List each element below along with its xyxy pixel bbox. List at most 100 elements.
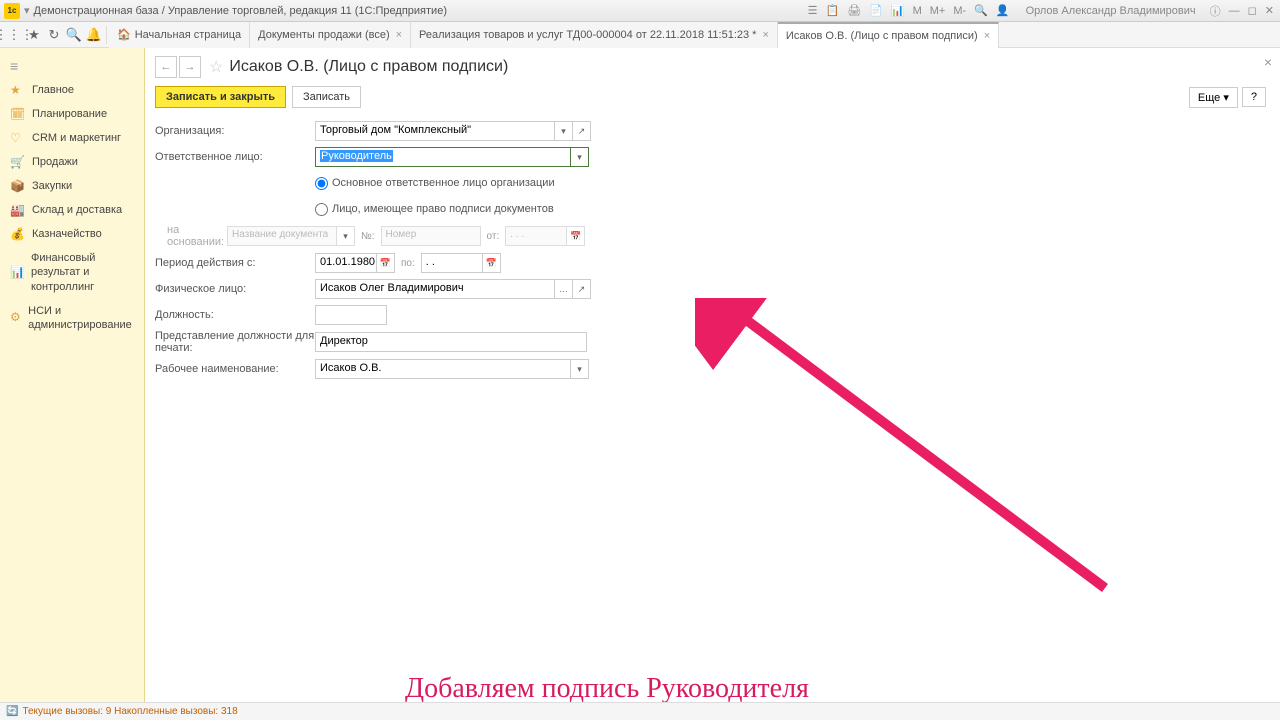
position-input[interactable] [315, 305, 387, 325]
radio-sign-right[interactable] [315, 203, 328, 216]
annotation-text: Добавляем подпись Руководителя [405, 673, 809, 705]
page-title: Исаков О.В. (Лицо с правом подписи) [229, 58, 508, 76]
bell-icon[interactable]: 🔔 [84, 25, 104, 45]
date-input: . . . [505, 226, 567, 246]
sidebar-item-label: CRM и маркетинг [32, 132, 121, 144]
user-name[interactable]: Орлов Александр Владимирович [1024, 5, 1198, 17]
sidebar-item-warehouse[interactable]: 🏭 Склад и доставка [0, 198, 144, 222]
home-icon: 🏠 [117, 28, 131, 41]
sidebar-item-sales[interactable]: 🛒 Продажи [0, 150, 144, 174]
toolbar-icon[interactable]: 📄 [867, 4, 885, 17]
radio-main-resp[interactable] [315, 177, 328, 190]
sidebar-item-label: Финансовый результат и контроллинг [31, 251, 134, 294]
toolbar-icon[interactable]: 🔍 [972, 4, 990, 17]
tab-realization[interactable]: Реализация товаров и услуг ТД00-000004 о… [411, 22, 778, 48]
position-label: Должность: [155, 309, 315, 321]
org-label: Организация: [155, 125, 315, 137]
period-to-input[interactable]: . . [421, 253, 483, 273]
radio-label: Лицо, имеющее право подписи документов [332, 203, 554, 215]
open-icon[interactable]: ↗ [573, 121, 591, 141]
sidebar-item-nsi[interactable]: ⚙ НСИ и администрирование [0, 299, 144, 338]
window-title: Демонстрационная база / Управление торго… [34, 5, 806, 17]
window-titlebar: 1c ▾ Демонстрационная база / Управление … [0, 0, 1280, 22]
dropdown-icon[interactable]: ▾ [24, 4, 30, 17]
sidebar-item-finance[interactable]: 📊 Финансовый результат и контроллинг [0, 246, 144, 299]
close-icon[interactable]: × [984, 30, 990, 42]
phys-input[interactable]: Исаков Олег Владимирович [315, 279, 555, 299]
org-input[interactable]: Торговый дом "Комплексный" [315, 121, 555, 141]
sidebar: ≡ ★Главное 🗓 Планирование ♡CRM и маркетин… [0, 48, 145, 702]
sidebar-item-label: Склад и доставка [32, 204, 122, 216]
toolbar-icon[interactable]: 📊 [889, 4, 907, 17]
sidebar-item-treasury[interactable]: 💰 Казначейство [0, 222, 144, 246]
tab-documents[interactable]: Документы продажи (все) × [250, 22, 411, 48]
search-icon[interactable]: 🔍 [64, 25, 84, 45]
dropdown-icon[interactable]: ▾ [571, 147, 589, 167]
apps-icon[interactable]: ⋮⋮⋮ [4, 25, 24, 45]
radio-label: Основное ответственное лицо организации [332, 177, 555, 189]
print-input[interactable]: Директор [315, 332, 587, 352]
save-button[interactable]: Записать [292, 86, 361, 108]
more-button[interactable]: Еще ▾ [1189, 87, 1238, 108]
dropdown-icon: ▾ [337, 226, 355, 246]
toolbar-icon[interactable]: M+ [928, 5, 948, 17]
toolbar-icon[interactable]: ☰ [806, 4, 820, 17]
open-icon[interactable]: ↗ [573, 279, 591, 299]
money-icon: 💰 [10, 227, 26, 241]
dropdown-icon[interactable]: ▾ [555, 121, 573, 141]
select-icon[interactable]: … [555, 279, 573, 299]
help-button[interactable]: ? [1242, 87, 1266, 107]
info-icon[interactable]: ⓘ [1208, 3, 1223, 19]
resp-input[interactable]: Руководитель [315, 147, 571, 167]
calendar-icon[interactable]: 📅 [377, 253, 395, 273]
tab-label: Реализация товаров и услуг ТД00-000004 о… [419, 29, 756, 41]
period-label: Период действия с: [155, 257, 315, 269]
forward-button[interactable]: → [179, 56, 201, 78]
period-from-input[interactable]: 01.01.1980 [315, 253, 377, 273]
sidebar-item-purchases[interactable]: 📦Закупки [0, 174, 144, 198]
favorite-icon[interactable]: ☆ [209, 57, 223, 77]
minimize-button[interactable]: — [1227, 5, 1242, 17]
close-icon[interactable]: × [762, 29, 768, 41]
star-icon[interactable]: ★ [24, 25, 44, 45]
toolbar-icon[interactable]: M [911, 5, 924, 17]
toolbar-icon[interactable]: M- [951, 5, 968, 17]
workname-label: Рабочее наименование: [155, 363, 315, 375]
history-icon[interactable]: ↻ [44, 25, 64, 45]
sidebar-item-label: Продажи [32, 156, 78, 168]
workname-input[interactable]: Исаков О.В. [315, 359, 571, 379]
chart-icon: 📊 [10, 265, 25, 281]
gear-icon: ⚙ [10, 310, 22, 326]
num-label: №: [361, 231, 375, 242]
dropdown-icon[interactable]: ▾ [571, 359, 589, 379]
box-icon: 📦 [10, 179, 26, 193]
sidebar-item-crm[interactable]: ♡CRM и маркетинг [0, 126, 144, 150]
maximize-button[interactable]: ◻ [1246, 4, 1259, 17]
back-button[interactable]: ← [155, 56, 177, 78]
toolbar-icon[interactable]: 🖨 [845, 4, 863, 17]
phys-label: Физическое лицо: [155, 283, 315, 295]
tab-isakov[interactable]: Исаков О.В. (Лицо с правом подписи) × [778, 22, 999, 48]
sidebar-item-main[interactable]: ★Главное [0, 78, 144, 102]
menu-toggle-icon[interactable]: ≡ [0, 54, 144, 78]
tab-label: Исаков О.В. (Лицо с правом подписи) [786, 30, 978, 42]
sidebar-item-label: Планирование [32, 108, 107, 120]
tab-home[interactable]: 🏠 Начальная страница [109, 22, 250, 48]
status-text: Текущие вызовы: 9 Накопленные вызовы: 31… [22, 706, 237, 717]
basis-label: на основании: [155, 224, 227, 248]
toolbar-icon[interactable]: 📋 [824, 4, 842, 17]
close-button[interactable]: ✕ [1263, 4, 1276, 17]
calendar-icon[interactable]: 📅 [483, 253, 501, 273]
sidebar-item-label: НСИ и администрирование [28, 304, 134, 333]
close-icon[interactable]: × [396, 29, 402, 41]
cart-icon: 🛒 [10, 155, 26, 169]
calendar-icon: 🗓 [10, 107, 26, 121]
warehouse-icon: 🏭 [10, 203, 26, 217]
save-close-button[interactable]: Записать и закрыть [155, 86, 286, 108]
sidebar-item-planning[interactable]: 🗓 Планирование [0, 102, 144, 126]
basis-input: Название документа [227, 226, 337, 246]
close-page-icon[interactable]: × [1264, 54, 1272, 70]
star-icon: ★ [10, 83, 26, 97]
sidebar-item-label: Казначейство [32, 228, 102, 240]
num-input: Номер [381, 226, 481, 246]
